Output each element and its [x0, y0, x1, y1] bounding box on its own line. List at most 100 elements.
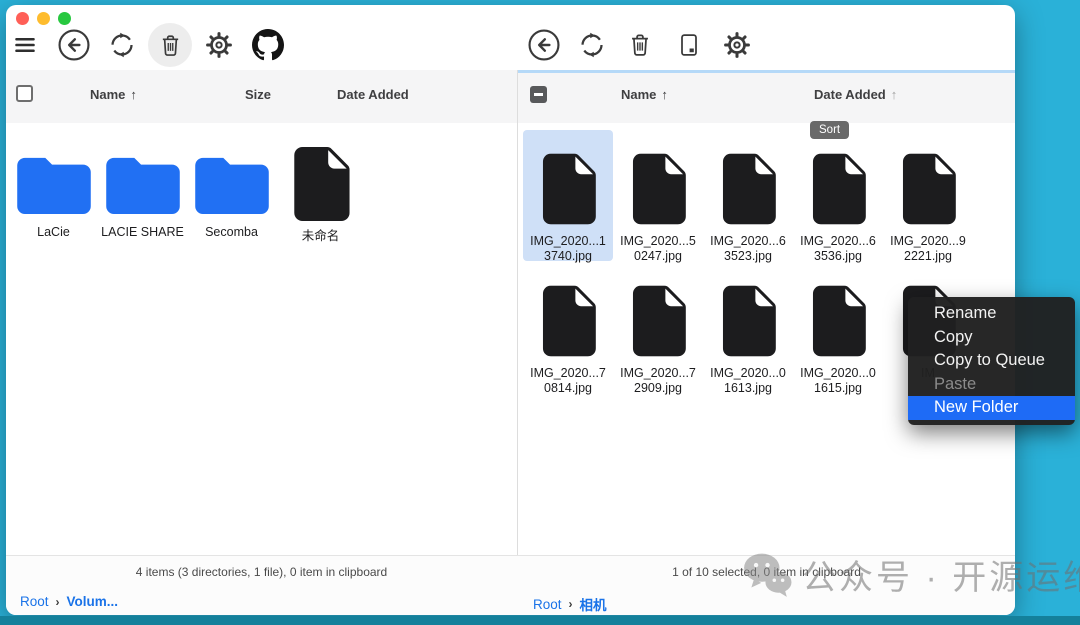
github-icon: [252, 29, 284, 61]
refresh-button-left[interactable]: [107, 30, 137, 60]
zoom-window-button[interactable]: [58, 12, 71, 25]
menu-button[interactable]: [12, 32, 38, 58]
refresh-icon: [577, 30, 607, 60]
item-label: 2221.jpg: [904, 249, 952, 263]
select-all-checkbox-left[interactable]: [16, 85, 33, 102]
item-label: 3523.jpg: [724, 249, 772, 263]
sort-ascending-icon: ↑: [661, 87, 668, 102]
grid-item-file[interactable]: IMG_2020...70814.jpg: [523, 262, 613, 393]
item-label: LaCie: [37, 225, 70, 239]
list-item-file[interactable]: 未命名: [276, 143, 365, 259]
menu-item-copy-to-queue[interactable]: Copy to Queue: [908, 349, 1075, 373]
column-size-label: Size: [245, 87, 271, 102]
list-item-folder[interactable]: LACIE SHARE: [98, 143, 187, 259]
grid-item-file[interactable]: IMG_2020...63536.jpg: [793, 130, 883, 261]
item-label: 0247.jpg: [634, 249, 682, 263]
item-label: 0814.jpg: [544, 381, 592, 395]
column-name-left[interactable]: Name ↑: [90, 87, 137, 102]
select-all-checkbox-right[interactable]: [530, 86, 547, 103]
sort-ascending-icon: ↑: [891, 87, 898, 102]
menu-item-new-folder[interactable]: New Folder: [908, 396, 1075, 420]
settings-button-right[interactable]: [722, 30, 752, 60]
back-icon: [527, 28, 561, 62]
item-label: IMG_2020...5: [620, 234, 696, 248]
item-label: 1615.jpg: [814, 381, 862, 395]
item-label: 1613.jpg: [724, 381, 772, 395]
column-name-label: Name: [621, 87, 656, 102]
menu-icon: [12, 32, 38, 58]
grid-item-file[interactable]: IMG_2020...01613.jpg: [703, 262, 793, 393]
column-date-added-left[interactable]: Date Added: [337, 87, 409, 102]
file-icon: [541, 153, 596, 225]
minimize-window-button[interactable]: [37, 12, 50, 25]
breadcrumb-root[interactable]: Root: [533, 597, 562, 612]
item-label: 3536.jpg: [814, 249, 862, 263]
file-icon: [631, 285, 686, 357]
status-text-left: 4 items (3 directories, 1 file), 0 item …: [6, 565, 517, 579]
item-label: 2909.jpg: [634, 381, 682, 395]
item-label: 未命名: [302, 225, 340, 244]
item-label: 3740.jpg: [544, 249, 592, 263]
github-button[interactable]: [252, 29, 284, 61]
menu-item-paste: Paste: [908, 373, 1075, 397]
list-item-folder[interactable]: Secomba: [187, 143, 276, 259]
item-label: LACIE SHARE: [101, 225, 184, 239]
pane-divider: [517, 70, 518, 555]
file-icon: [901, 153, 956, 225]
column-date-label: Date Added: [814, 87, 886, 102]
refresh-button-right[interactable]: [577, 30, 607, 60]
item-label: IMG_2020...0: [800, 366, 876, 380]
grid-item-file[interactable]: IMG_2020...72909.jpg: [613, 262, 703, 393]
status-bar: 4 items (3 directories, 1 file), 0 item …: [6, 555, 1015, 615]
grid-item-file[interactable]: IMG_2020...13740.jpg: [523, 130, 613, 261]
column-name-right[interactable]: Name ↑: [621, 87, 668, 102]
breadcrumb-root[interactable]: Root: [20, 594, 49, 609]
folder-icon: [106, 154, 180, 214]
column-size[interactable]: Size: [245, 87, 271, 102]
device-icon: [675, 31, 703, 59]
context-menu: Rename Copy Copy to Queue Paste New Fold…: [908, 297, 1075, 425]
column-date-added-right[interactable]: Date Added ↑: [814, 87, 897, 102]
file-icon: [292, 147, 350, 221]
item-label: IMG_2020...9: [890, 234, 966, 248]
settings-icon: [722, 30, 752, 60]
breadcrumb-right: Root › 相机: [533, 594, 607, 614]
trash-icon: [626, 31, 654, 59]
item-label: IMG_2020...1: [530, 234, 606, 248]
file-icon: [631, 153, 686, 225]
grid-item-file[interactable]: IMG_2020...92221.jpg: [883, 130, 973, 261]
menu-item-copy[interactable]: Copy: [908, 326, 1075, 350]
back-button-left[interactable]: [57, 28, 91, 62]
file-icon: [721, 153, 776, 225]
file-icon: [541, 285, 596, 357]
file-manager-window: Name↑ Size Date Added Name↑ Date Added↑ …: [6, 5, 1015, 615]
item-label: IMG_2020...7: [620, 366, 696, 380]
trash-icon: [157, 32, 184, 59]
device-button[interactable]: [675, 31, 703, 59]
item-label: IMG_2020...6: [710, 234, 786, 248]
left-pane-header: Name ↑ Size Date Added: [6, 70, 517, 123]
back-button-right[interactable]: [527, 28, 561, 62]
sort-ascending-icon: ↑: [130, 87, 137, 102]
list-item-folder[interactable]: LaCie: [9, 143, 98, 259]
breadcrumb-current[interactable]: Volum...: [67, 594, 119, 609]
item-label: Secomba: [205, 225, 258, 239]
column-date-label: Date Added: [337, 87, 409, 102]
trash-button-left[interactable]: [148, 23, 192, 67]
grid-item-file[interactable]: IMG_2020...50247.jpg: [613, 130, 703, 261]
column-name-label: Name: [90, 87, 125, 102]
folder-icon: [195, 154, 269, 214]
settings-button-left[interactable]: [204, 30, 234, 60]
item-label: IMG_2020...6: [800, 234, 876, 248]
close-window-button[interactable]: [16, 12, 29, 25]
left-pane-file-list: LaCie LACIE SHARE Secomba 未命名: [9, 143, 365, 259]
breadcrumb-current[interactable]: 相机: [580, 594, 607, 614]
trash-button-right[interactable]: [626, 31, 654, 59]
desktop-edge: [0, 616, 1080, 625]
status-text-right: 1 of 10 selected, 0 item in clipboard: [518, 565, 1015, 579]
right-pane-header: Name ↑ Date Added ↑: [518, 70, 1015, 123]
trash-hover-halo: [148, 23, 192, 67]
grid-item-file[interactable]: IMG_2020...63523.jpg: [703, 130, 793, 261]
menu-item-rename[interactable]: Rename: [908, 302, 1075, 326]
grid-item-file[interactable]: IMG_2020...01615.jpg: [793, 262, 883, 393]
